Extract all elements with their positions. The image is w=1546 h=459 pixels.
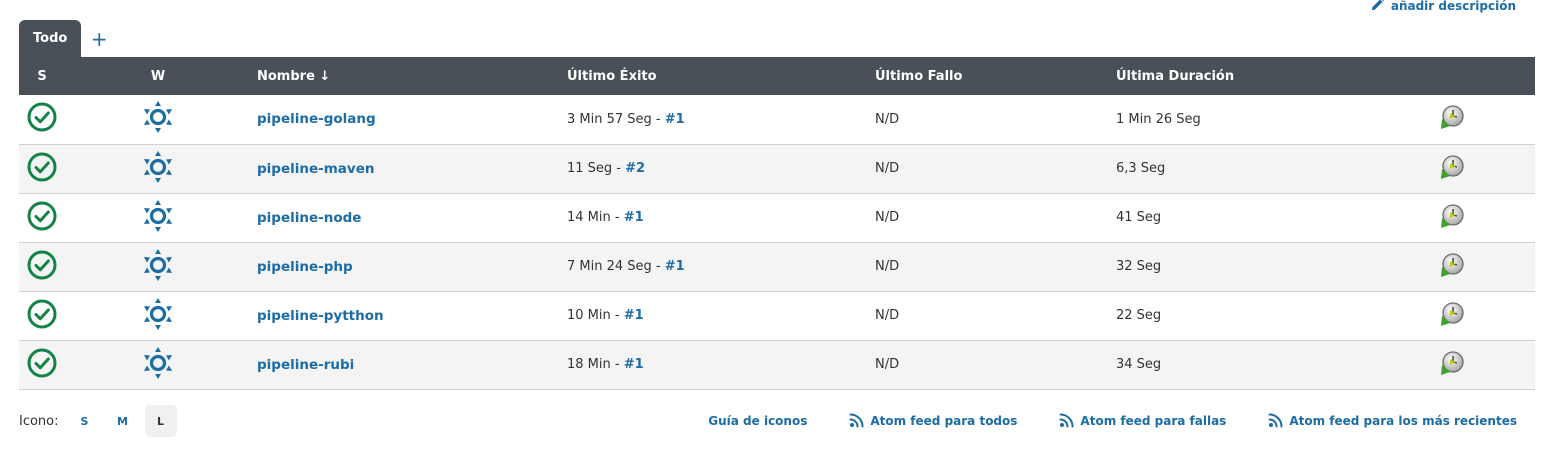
- add-description-label: añadir descripción: [1390, 0, 1516, 13]
- rss-feed-icon: [1059, 412, 1075, 431]
- column-header-status[interactable]: S: [19, 57, 65, 95]
- last-duration-value: 22 Seg: [1116, 308, 1162, 323]
- last-failure-value: N/D: [875, 210, 900, 225]
- icon-legend-label: Guía de iconos: [708, 414, 808, 428]
- last-success-build-link[interactable]: #1: [624, 210, 644, 225]
- rss-feed-icon: [1268, 412, 1284, 431]
- rss-feed-icon: [849, 412, 865, 431]
- last-duration-value: 6,3 Seg: [1116, 161, 1166, 176]
- sunny-weather-icon[interactable]: [142, 150, 174, 184]
- table-row: pipeline-node 14 Min - #1 N/D 41 Seg: [19, 193, 1535, 242]
- last-success-time: 11 Seg -: [567, 161, 626, 176]
- column-header-weather[interactable]: W: [65, 57, 251, 95]
- schedule-build-clock-icon[interactable]: [1439, 104, 1465, 130]
- last-duration-value: 34 Seg: [1116, 357, 1162, 372]
- schedule-build-clock-icon[interactable]: [1439, 154, 1465, 180]
- icon-size-l-button[interactable]: L: [144, 405, 177, 437]
- job-name-link[interactable]: pipeline-pytthon: [257, 308, 384, 324]
- last-success-build-link[interactable]: #1: [665, 112, 685, 127]
- success-check-circle-icon[interactable]: [26, 151, 58, 183]
- job-name-link[interactable]: pipeline-maven: [257, 161, 374, 177]
- job-name-link[interactable]: pipeline-rubi: [257, 357, 354, 373]
- last-failure-value: N/D: [875, 308, 900, 323]
- atom-feed-all-label: Atom feed para todos: [870, 414, 1018, 428]
- tab-todo[interactable]: Todo: [19, 20, 82, 57]
- last-failure-value: N/D: [875, 357, 900, 372]
- view-tabs: Todo +: [19, 20, 117, 57]
- last-failure-value: N/D: [875, 111, 900, 127]
- schedule-build-clock-icon[interactable]: [1439, 203, 1465, 229]
- last-success-build-link[interactable]: #1: [624, 357, 644, 372]
- table-row: pipeline-php 7 Min 24 Seg - #1 N/D 32 Se…: [19, 242, 1535, 291]
- atom-feed-failures-label: Atom feed para fallas: [1080, 414, 1227, 428]
- sunny-weather-icon[interactable]: [142, 100, 174, 134]
- footer-links: Guía de iconos Atom feed para todos Atom…: [708, 412, 1535, 431]
- table-row: pipeline-maven 11 Seg - #2 N/D 6,3 Seg: [19, 144, 1535, 193]
- schedule-build-clock-icon[interactable]: [1439, 350, 1465, 376]
- last-success-time: 3 Min 57 Seg -: [567, 111, 665, 127]
- table-header-row: S W Nombre ↓ Último Éxito Último Fallo Ú…: [19, 57, 1535, 95]
- sunny-weather-icon[interactable]: [142, 297, 174, 331]
- column-header-last-duration[interactable]: Última Duración: [1116, 57, 1368, 95]
- pencil-icon: [1370, 0, 1385, 15]
- job-name-link[interactable]: pipeline-golang: [257, 111, 376, 127]
- atom-feed-latest-label: Atom feed para los más recientes: [1289, 414, 1517, 428]
- add-description-link[interactable]: añadir descripción: [1370, 0, 1516, 15]
- jobs-table: S W Nombre ↓ Último Éxito Último Fallo Ú…: [19, 57, 1535, 390]
- icon-legend-link[interactable]: Guía de iconos: [708, 414, 807, 428]
- add-view-button[interactable]: +: [81, 20, 117, 57]
- last-success-time: 18 Min -: [567, 357, 624, 372]
- last-success-build-link[interactable]: #1: [665, 259, 685, 274]
- last-success-build-link[interactable]: #2: [625, 161, 645, 176]
- table-row: pipeline-pytthon 10 Min - #1 N/D 22 Seg: [19, 291, 1535, 340]
- last-success-time: 7 Min 24 Seg -: [567, 259, 665, 274]
- last-duration-value: 1 Min 26 Seg: [1116, 111, 1201, 127]
- atom-feed-latest-link[interactable]: Atom feed para los más recientes: [1268, 412, 1517, 431]
- icon-size-s-button[interactable]: S: [69, 405, 101, 437]
- column-header-actions: [1368, 57, 1535, 95]
- schedule-build-clock-icon[interactable]: [1439, 252, 1465, 278]
- success-check-circle-icon[interactable]: [26, 347, 58, 379]
- table-row: pipeline-rubi 18 Min - #1 N/D 34 Seg: [19, 340, 1535, 389]
- icon-size-m-button[interactable]: M: [107, 405, 139, 437]
- last-duration-value: 41 Seg: [1116, 210, 1162, 225]
- atom-feed-failures-link[interactable]: Atom feed para fallas: [1059, 412, 1226, 431]
- last-success-time: 10 Min -: [567, 308, 624, 323]
- column-header-name[interactable]: Nombre ↓: [251, 57, 567, 95]
- table-row: pipeline-golang 3 Min 57 Seg - #1 N/D 1 …: [19, 95, 1535, 144]
- job-name-link[interactable]: pipeline-node: [257, 210, 361, 226]
- atom-feed-all-link[interactable]: Atom feed para todos: [849, 412, 1017, 431]
- success-check-circle-icon[interactable]: [26, 101, 58, 133]
- sunny-weather-icon[interactable]: [142, 248, 174, 282]
- column-header-last-failure[interactable]: Último Fallo: [875, 57, 1116, 95]
- last-failure-value: N/D: [875, 259, 900, 274]
- last-success-build-link[interactable]: #1: [624, 308, 644, 323]
- success-check-circle-icon[interactable]: [26, 298, 58, 330]
- icon-size-label: Icono:: [19, 413, 59, 429]
- last-failure-value: N/D: [875, 161, 900, 176]
- column-header-last-success[interactable]: Último Éxito: [567, 57, 875, 95]
- sunny-weather-icon[interactable]: [142, 199, 174, 233]
- last-duration-value: 32 Seg: [1116, 259, 1162, 274]
- table-footer: Icono: S M L Guía de iconos Atom feed pa…: [19, 405, 1535, 437]
- success-check-circle-icon[interactable]: [26, 249, 58, 281]
- schedule-build-clock-icon[interactable]: [1439, 301, 1465, 327]
- success-check-circle-icon[interactable]: [26, 200, 58, 232]
- sunny-weather-icon[interactable]: [142, 346, 174, 380]
- job-name-link[interactable]: pipeline-php: [257, 259, 353, 275]
- jenkins-dashboard: añadir descripción Todo + S W Nombre ↓ Ú…: [0, 0, 1546, 459]
- last-success-time: 14 Min -: [567, 210, 624, 225]
